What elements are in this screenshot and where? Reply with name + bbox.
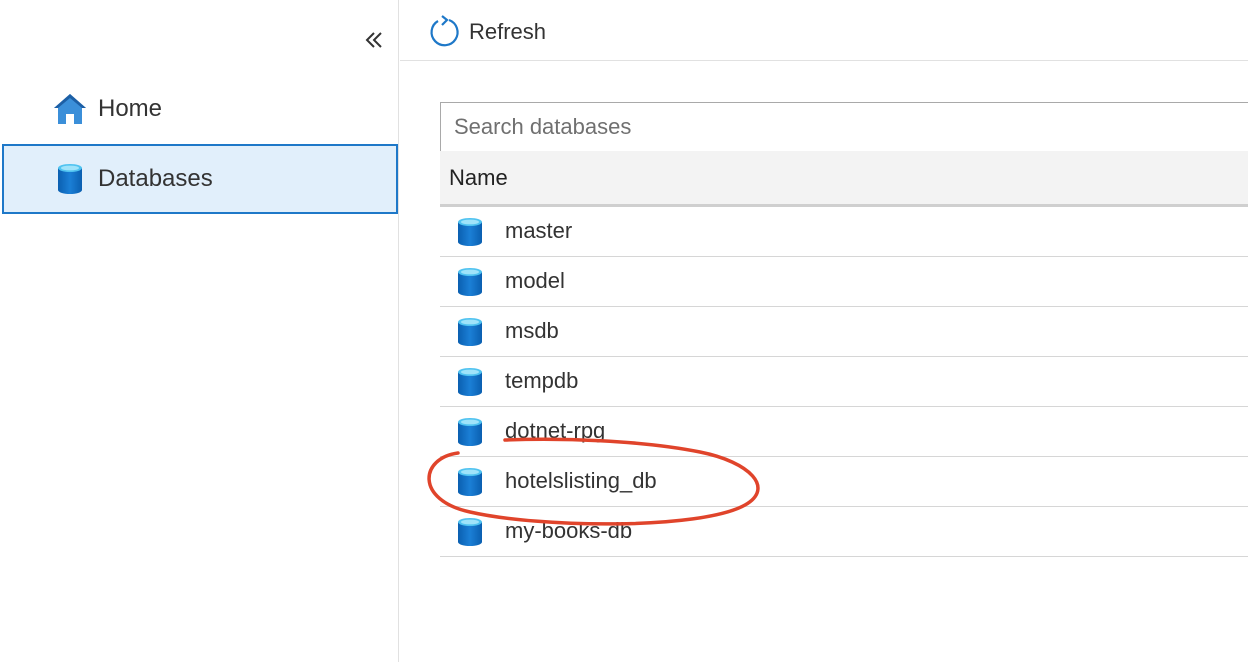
table-row[interactable]: master [440,207,1248,257]
sidebar-item-databases[interactable]: Databases [2,144,398,214]
toolbar: Refresh [400,0,1248,61]
sidebar-item-label: Home [98,95,163,122]
database-icon [458,318,482,346]
database-list: master model msdb tempdb dotnet-rpg hote… [440,207,1248,557]
search-box[interactable] [440,102,1248,152]
database-icon [458,518,482,546]
database-icon [52,161,88,197]
database-name: model [505,268,565,293]
table-row[interactable]: hotelslisting_db [440,457,1248,507]
refresh-button[interactable]: Refresh [427,14,546,50]
database-name: hotelslisting_db [505,468,657,493]
database-icon [458,218,482,246]
refresh-label: Refresh [469,19,547,44]
sidebar: Home Databases [0,0,399,662]
database-icon [458,268,482,296]
chevron-double-left-icon [365,32,382,48]
table-row[interactable]: model [440,257,1248,307]
column-header-name[interactable]: Name [449,165,508,191]
database-name: msdb [505,318,559,343]
collapse-sidebar-button[interactable] [356,22,392,58]
sidebar-item-home[interactable]: Home [2,74,398,144]
table-header[interactable]: Name [440,151,1248,207]
home-icon [52,91,88,127]
sidebar-item-label: Databases [98,165,213,192]
table-row[interactable]: my-books-db [440,507,1248,557]
database-name: tempdb [505,368,579,393]
database-icon [458,368,482,396]
database-name: master [505,218,573,243]
database-icon [458,468,482,496]
search-input[interactable] [441,103,1248,151]
table-row[interactable]: msdb [440,307,1248,357]
database-name: dotnet-rpg [505,418,606,443]
database-name: my-books-db [505,518,633,543]
refresh-icon [430,15,459,47]
table-row[interactable]: dotnet-rpg [440,407,1248,457]
app-window: Home Databases Refresh Search databases … [0,0,1248,662]
table-row[interactable]: tempdb [440,357,1248,407]
database-icon [458,418,482,446]
main-panel: Refresh Name master [400,0,1248,662]
